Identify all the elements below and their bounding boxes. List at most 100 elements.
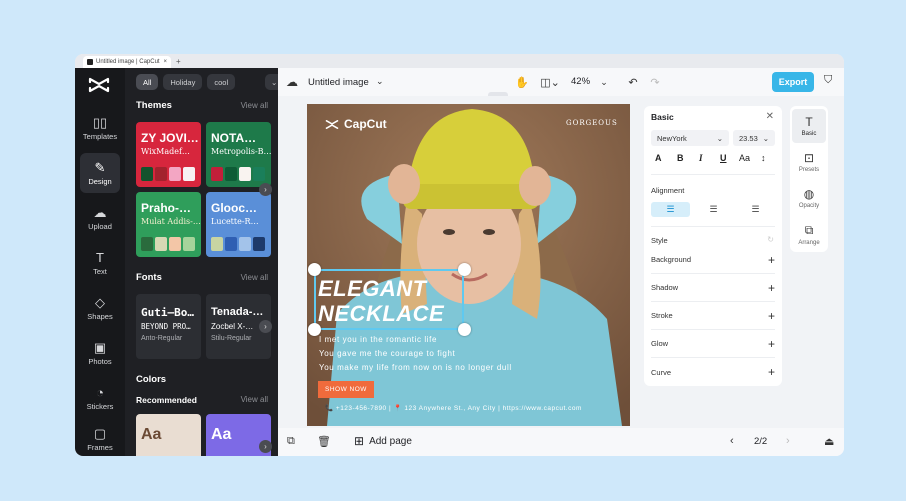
fonts-next-arrow-icon[interactable]: ›	[259, 320, 272, 333]
rr-opacity[interactable]: ◍ Opacity	[792, 181, 826, 215]
font-card-title: Tenada-…	[211, 306, 264, 318]
next-page-icon[interactable]: ›	[786, 435, 790, 447]
layout-icon[interactable]: ◫⌄	[536, 73, 564, 91]
resize-handle-tl[interactable]	[308, 263, 321, 276]
body-line[interactable]: You gave me the courage to fight	[319, 349, 455, 358]
chevron-down-icon: ⌄	[716, 133, 723, 143]
tab-close-icon[interactable]: ×	[163, 59, 167, 65]
theme-card[interactable]: Praho-… Mulat Addis-…	[136, 192, 201, 257]
themes-view-all[interactable]: View all	[241, 101, 268, 110]
text-basic-icon: T	[805, 115, 813, 129]
add-page-button[interactable]: ⊞ Add page	[354, 434, 412, 448]
resize-handle-br[interactable]	[458, 323, 471, 336]
plus-icon[interactable]: +	[768, 337, 775, 351]
colors-next-arrow-icon[interactable]: ›	[259, 440, 272, 453]
prop-row-curve[interactable]: Curve +	[651, 358, 775, 386]
undo-icon[interactable]: ↶	[624, 73, 642, 91]
rr-basic[interactable]: T Basic	[792, 109, 826, 143]
font-family-select[interactable]: NewYork ⌄	[651, 130, 729, 146]
prop-row-label: Background	[651, 255, 692, 264]
rail-label: Upload	[88, 221, 112, 231]
theme-card[interactable]: ZY JOVI… WixMadef…	[136, 122, 201, 187]
color-card-label: Aa	[141, 426, 162, 443]
line-spacing-icon[interactable]: ↕	[761, 153, 766, 163]
plus-icon[interactable]: +	[768, 253, 775, 267]
cloud-icon[interactable]: ☁	[286, 75, 298, 89]
bold-icon[interactable]: B	[677, 153, 684, 163]
align-left-icon[interactable]: ☰	[651, 202, 690, 217]
font-card-subtitle: BEYOND PRO…	[141, 322, 191, 331]
color-card-label: Aa	[211, 426, 232, 443]
rail-shapes[interactable]: ◇ Shapes	[80, 288, 120, 328]
plus-icon[interactable]: +	[768, 365, 775, 379]
close-icon[interactable]: ✕	[766, 111, 774, 122]
font-card[interactable]: Guti–Bo… BEYOND PRO… Anto-Regular	[136, 294, 201, 359]
themes-next-arrow-icon[interactable]: ›	[259, 183, 272, 196]
delete-page-icon[interactable]: 🗑	[317, 435, 331, 448]
prop-row-glow[interactable]: Glow +	[651, 330, 775, 358]
rail-design[interactable]: ✎ Design	[80, 153, 120, 193]
duplicate-page-icon[interactable]: ⧉	[287, 435, 295, 448]
italic-icon[interactable]: I	[699, 153, 703, 163]
prop-row-stroke[interactable]: Stroke +	[651, 302, 775, 330]
artboard[interactable]: CapCut GORGEOUS ELEGANT NECKLACE I met y…	[307, 104, 630, 426]
browser-tab[interactable]: Untitled image | CapCut ×	[83, 56, 171, 68]
plus-icon[interactable]: +	[768, 309, 775, 323]
redo-icon[interactable]: ↷	[646, 73, 664, 91]
prev-page-icon[interactable]: ‹	[730, 435, 734, 447]
cta-button[interactable]: SHOW NOW	[318, 381, 374, 398]
page-overview-icon[interactable]: ⏏	[824, 435, 834, 448]
rail-stickers[interactable]: ◔ Stickers	[80, 378, 120, 418]
align-right-icon[interactable]: ☰	[736, 202, 775, 217]
hand-tool-icon[interactable]: ✋	[512, 73, 532, 91]
prop-row-background[interactable]: Background +	[651, 246, 775, 274]
reset-icon[interactable]: ↻	[767, 235, 774, 244]
theme-swatches	[141, 237, 195, 251]
rr-presets[interactable]: ⊡ Presets	[792, 145, 826, 179]
chip-holiday[interactable]: Holiday	[163, 74, 203, 90]
color-card[interactable]: Aa	[136, 414, 201, 456]
font-card-caption: Stilu-Regular	[211, 335, 252, 342]
theme-card[interactable]: Glooc… Lucette-R…	[206, 192, 271, 257]
text-icon: T	[96, 249, 104, 265]
rail-upload[interactable]: ☁ Upload	[80, 198, 120, 238]
colors-subheading: Recommended	[136, 395, 197, 405]
body-line[interactable]: You make my life from now on is no longe…	[319, 363, 512, 372]
chip-cool[interactable]: cool	[207, 74, 236, 90]
rr-arrange[interactable]: ⧉ Arrange	[792, 217, 826, 251]
colors-view-all[interactable]: View all	[241, 395, 268, 404]
document-title[interactable]: Untitled image	[308, 77, 369, 88]
prop-row-label: Curve	[651, 367, 672, 377]
fonts-view-all[interactable]: View all	[241, 273, 268, 282]
rail-label: Stickers	[86, 401, 114, 411]
rail-photos[interactable]: ▣ Photos	[80, 333, 120, 373]
prop-row-shadow[interactable]: Shadow +	[651, 274, 775, 302]
resize-handle-tr[interactable]	[458, 263, 471, 276]
chip-dropdown-chevron-icon[interactable]: ⌄	[265, 74, 278, 90]
contact-line[interactable]: 📞 +123-456-7890 | 📍 123 Anywhere St., An…	[325, 404, 582, 412]
chip-all[interactable]: All	[136, 74, 159, 90]
font-color-icon[interactable]: A	[655, 153, 662, 163]
theme-card-title: Praho-…	[141, 201, 192, 215]
rail-templates[interactable]: ▯▯ Templates	[80, 108, 120, 148]
font-size-select[interactable]: 23.53 ⌄	[733, 130, 775, 146]
body-line[interactable]: I met you in the romantic life	[319, 335, 437, 344]
zoom-chevron-down-icon[interactable]: ⌄	[598, 73, 610, 91]
rail-frames[interactable]: ▢ Frames	[80, 422, 120, 456]
new-tab-button[interactable]: +	[176, 57, 181, 66]
add-page-label: Add page	[369, 435, 412, 447]
export-button[interactable]: Export	[772, 72, 814, 92]
plus-icon[interactable]: +	[768, 281, 775, 295]
colors-heading: Colors	[136, 374, 167, 385]
theme-card-title: NOTA…	[211, 131, 257, 145]
title-chevron-down-icon[interactable]: ⌄	[376, 76, 384, 87]
theme-card[interactable]: NOTA… Metropolis-B…	[206, 122, 271, 187]
rr-label: Arrange	[798, 239, 820, 246]
align-center-icon[interactable]: ☰	[694, 202, 733, 217]
font-family-value: NewYork	[657, 133, 687, 143]
shield-icon[interactable]: ⛉	[824, 74, 832, 87]
rail-text[interactable]: T Text	[80, 243, 120, 283]
case-icon[interactable]: Aa	[739, 153, 750, 163]
underline-icon[interactable]: U	[720, 153, 727, 163]
zoom-level[interactable]: 42%	[571, 76, 590, 87]
